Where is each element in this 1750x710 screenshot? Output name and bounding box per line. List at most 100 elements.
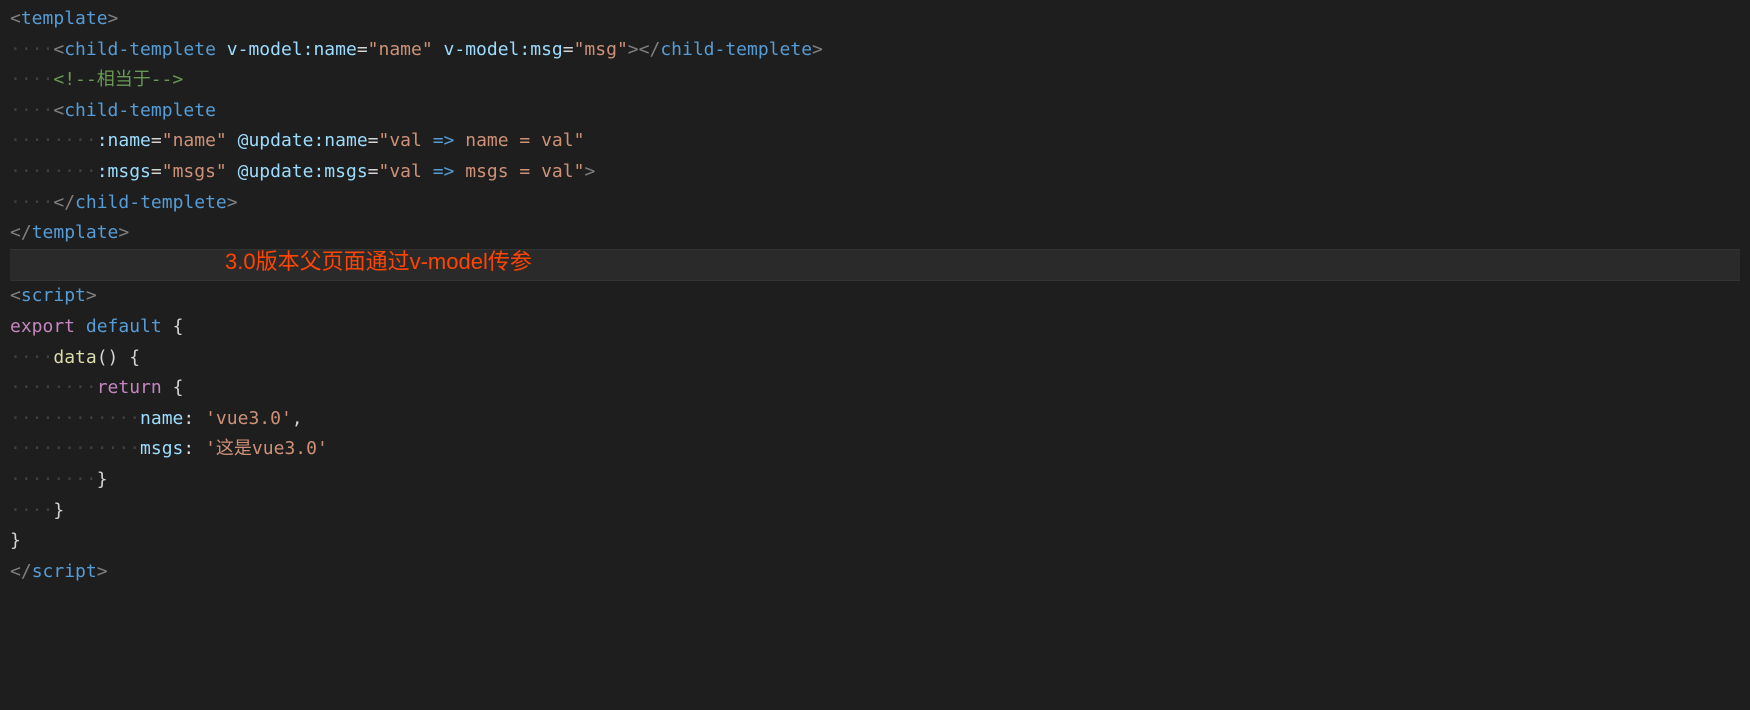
attr-name: :msgs — [97, 161, 151, 182]
indent: ···· — [10, 69, 53, 90]
code-line-17[interactable]: ····} — [10, 496, 1740, 527]
code-line-4[interactable]: ····<child-templete — [10, 96, 1740, 127]
bracket: </ — [53, 192, 75, 213]
bracket: > — [86, 285, 97, 306]
space — [162, 377, 173, 398]
code-editor[interactable]: <template> ····<child-templete v-model:n… — [10, 4, 1740, 587]
attr-value: " — [379, 130, 390, 151]
eq: = — [368, 130, 379, 151]
text: msgs = val — [454, 161, 573, 182]
attr-value: "msgs" — [162, 161, 227, 182]
eq: = — [151, 130, 162, 151]
tag-name: child-templete — [64, 39, 216, 60]
code-line-2[interactable]: ····<child-templete v-model:name="name" … — [10, 35, 1740, 66]
code-line-14[interactable]: ············name: 'vue3.0', — [10, 404, 1740, 435]
tag-name: template — [32, 222, 119, 243]
space — [433, 39, 444, 60]
bracket: > — [584, 161, 595, 182]
space — [227, 161, 238, 182]
eq: = — [151, 161, 162, 182]
text: val — [389, 161, 432, 182]
bracket: < — [53, 100, 64, 121]
indent: ···· — [10, 192, 53, 213]
attr-name: @update:msgs — [238, 161, 368, 182]
string: 'vue3.0' — [205, 408, 292, 429]
code-line-5[interactable]: ········:name="name" @update:name="val =… — [10, 126, 1740, 157]
attr-value: " — [574, 161, 585, 182]
indent: ···· — [10, 39, 53, 60]
bracket: > — [227, 192, 238, 213]
tag-name: child-templete — [75, 192, 227, 213]
code-line-3[interactable]: ····<!--相当于--> — [10, 65, 1740, 96]
space — [194, 438, 205, 459]
indent: ········ — [10, 377, 97, 398]
bracket: </ — [10, 222, 32, 243]
bracket: </ — [639, 39, 661, 60]
keyword-export: export — [10, 316, 75, 337]
tag-name: template — [21, 8, 108, 29]
string: '这是vue3.0' — [205, 438, 328, 459]
property: msgs — [140, 438, 183, 459]
tag-name: child-templete — [64, 100, 216, 121]
bracket: </ — [10, 561, 32, 582]
bracket: < — [53, 39, 64, 60]
code-line-18[interactable]: } — [10, 526, 1740, 557]
attr-value: "name" — [162, 130, 227, 151]
code-line-12[interactable]: ····data() { — [10, 343, 1740, 374]
attr-name: v-model:name — [227, 39, 357, 60]
brace: } — [97, 469, 108, 490]
space — [118, 347, 129, 368]
space — [194, 408, 205, 429]
bracket: > — [108, 8, 119, 29]
indent: ········ — [10, 161, 97, 182]
comment: <!--相当于--> — [53, 69, 183, 90]
attr-value: "msg" — [574, 39, 628, 60]
code-line-13[interactable]: ········return { — [10, 373, 1740, 404]
space — [75, 316, 86, 337]
attr-name: v-model:msg — [444, 39, 563, 60]
code-line-10[interactable]: <script> — [10, 281, 1740, 312]
attr-name: :name — [97, 130, 151, 151]
bracket: < — [10, 8, 21, 29]
indent: ···· — [10, 500, 53, 521]
function-name: data — [53, 347, 96, 368]
bracket: < — [10, 285, 21, 306]
colon: : — [183, 408, 194, 429]
arrow: => — [433, 161, 455, 182]
annotation-text: 3.0版本父页面通过v-model传参 — [225, 243, 532, 280]
keyword-return: return — [97, 377, 162, 398]
tag-name: child-templete — [660, 39, 812, 60]
code-line-15[interactable]: ············msgs: '这是vue3.0' — [10, 434, 1740, 465]
brace: } — [10, 530, 21, 551]
eq: = — [357, 39, 368, 60]
code-line-7[interactable]: ····</child-templete> — [10, 188, 1740, 219]
eq: = — [368, 161, 379, 182]
code-line-6[interactable]: ········:msgs="msgs" @update:msgs="val =… — [10, 157, 1740, 188]
text: val — [389, 130, 432, 151]
bracket: > — [118, 222, 129, 243]
code-line-19[interactable]: </script> — [10, 557, 1740, 588]
space — [216, 39, 227, 60]
comma: , — [292, 408, 303, 429]
code-line-1[interactable]: <template> — [10, 4, 1740, 35]
code-line-16[interactable]: ········} — [10, 465, 1740, 496]
indent: ········ — [10, 469, 97, 490]
attr-value: "name" — [368, 39, 433, 60]
text: name = val — [454, 130, 573, 151]
brace: } — [53, 500, 64, 521]
indent: ············ — [10, 438, 140, 459]
attr-name: @update:name — [238, 130, 368, 151]
eq: = — [563, 39, 574, 60]
bracket: > — [812, 39, 823, 60]
indent: ···· — [10, 347, 53, 368]
property: name — [140, 408, 183, 429]
parens: () — [97, 347, 119, 368]
tag-name: script — [21, 285, 86, 306]
tag-name: script — [32, 561, 97, 582]
attr-value: " — [574, 130, 585, 151]
bracket: > — [628, 39, 639, 60]
colon: : — [183, 438, 194, 459]
code-line-11[interactable]: export default { — [10, 312, 1740, 343]
space — [227, 130, 238, 151]
indent: ···· — [10, 100, 53, 121]
